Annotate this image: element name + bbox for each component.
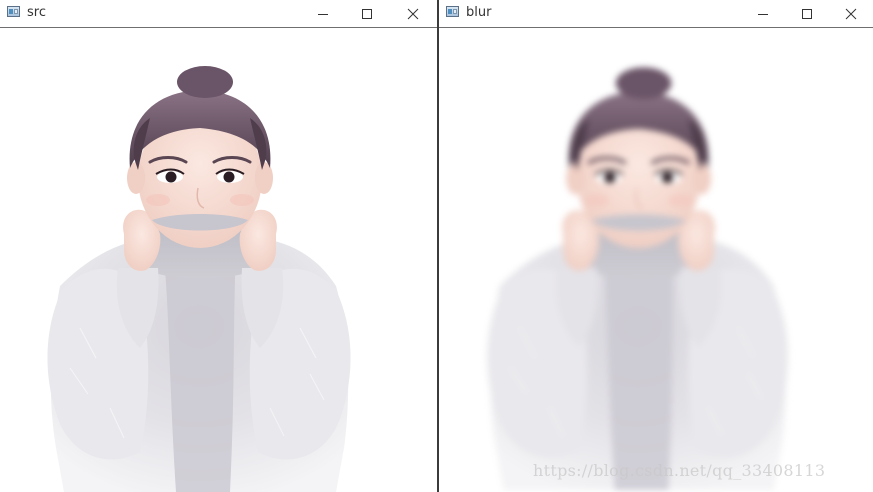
maximize-icon <box>362 8 372 19</box>
blur-window[interactable]: blur https://blog.csdn.net/qq_33408113 <box>439 0 873 492</box>
close-button[interactable] <box>829 0 873 27</box>
close-button[interactable] <box>391 0 435 27</box>
blur-image-canvas: https://blog.csdn.net/qq_33408113 <box>439 28 873 492</box>
src-window[interactable]: src <box>0 0 437 492</box>
src-image-canvas <box>0 28 437 492</box>
window-title: blur <box>466 5 492 20</box>
minimize-icon <box>318 13 328 15</box>
maximize-icon <box>802 8 812 19</box>
blurred-portrait-image <box>440 28 873 492</box>
minimize-button[interactable] <box>741 0 785 27</box>
blur-titlebar[interactable]: blur <box>439 0 873 28</box>
close-icon <box>845 8 857 19</box>
maximize-button[interactable] <box>345 0 389 27</box>
watermark-text: https://blog.csdn.net/qq_33408113 <box>533 461 826 480</box>
opencv-window-icon <box>7 6 20 17</box>
close-icon <box>407 8 419 19</box>
src-titlebar[interactable]: src <box>0 0 437 28</box>
minimize-icon <box>758 13 768 15</box>
window-title: src <box>27 5 46 20</box>
portrait-image <box>0 28 437 492</box>
opencv-window-icon <box>446 6 459 17</box>
maximize-button[interactable] <box>785 0 829 27</box>
minimize-button[interactable] <box>301 0 345 27</box>
desktop: src blur https://blog.csdn.net/qq_334081… <box>0 0 873 492</box>
